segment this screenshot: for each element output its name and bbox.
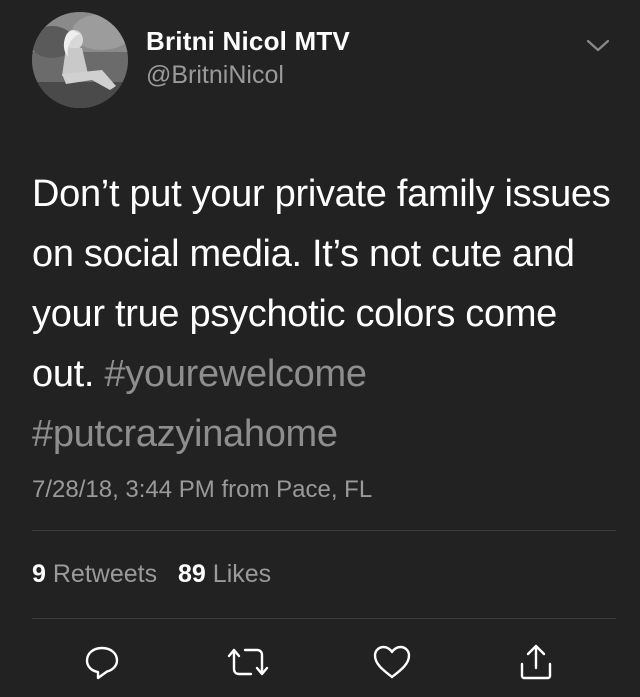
hashtag-link[interactable]: #putcrazyinahome [32,413,338,455]
user-handle[interactable]: @BritniNicol [146,61,284,90]
like-button[interactable] [370,640,414,684]
retweet-button[interactable] [226,640,270,684]
reply-button[interactable] [80,640,124,684]
location[interactable]: Pace, FL [276,476,372,503]
retweets-count[interactable]: 9 [32,560,46,588]
avatar-image [32,12,128,108]
from-label: from [221,476,270,503]
retweets-label[interactable]: Retweets [53,560,157,588]
tweet-stats: 9 Retweets 89 Likes [32,560,271,589]
reply-icon [85,646,119,680]
likes-label[interactable]: Likes [213,560,271,588]
heart-icon [373,645,411,679]
retweet-icon [227,648,269,676]
share-button[interactable] [514,640,558,684]
timestamp[interactable]: 7/28/18, 3:44 PM [32,476,215,503]
display-name[interactable]: Britni Nicol MTV [146,26,350,57]
tweet-text: Don’t put your private family issues on … [32,164,622,464]
hashtag-link[interactable]: #yourewelcome [104,353,367,395]
share-icon [520,644,552,680]
action-bar [0,640,640,690]
likes-count[interactable]: 89 [178,560,206,588]
tweet-card: Britni Nicol MTV @BritniNicol Don’t put … [0,0,640,697]
chevron-down-icon[interactable] [584,34,612,56]
divider [32,530,616,531]
tweet-meta: 7/28/18, 3:44 PM from Pace, FL [32,476,372,504]
avatar[interactable] [32,12,128,108]
divider [32,618,616,619]
